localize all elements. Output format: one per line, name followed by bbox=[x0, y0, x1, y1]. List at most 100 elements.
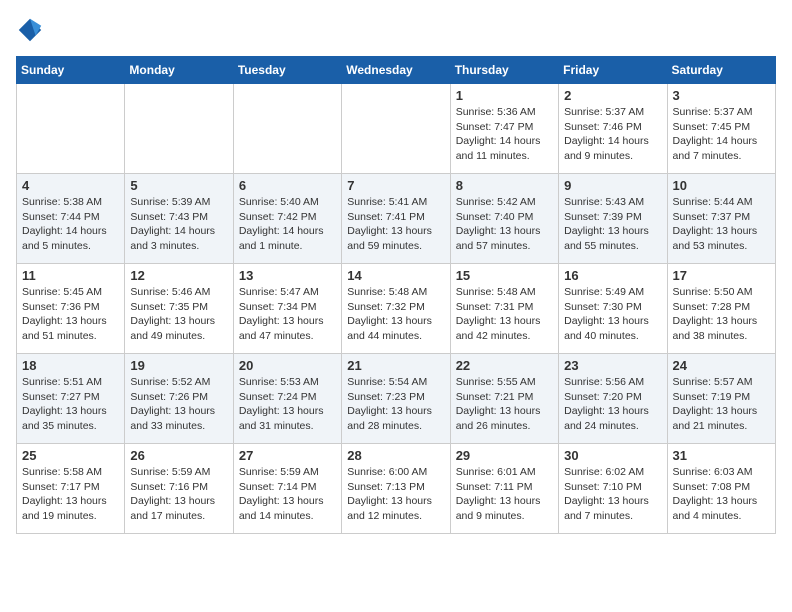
calendar-cell: 28 Sunrise: 6:00 AM Sunset: 7:13 PM Dayli… bbox=[342, 444, 450, 534]
calendar-cell: 18Sunrise: 5:51 AM Sunset: 7:27 PM Dayli… bbox=[17, 354, 125, 444]
day-info: Sunrise: 5:59 AM Sunset: 7:16 PM Dayligh… bbox=[130, 465, 227, 524]
calendar-cell: 21 Sunrise: 5:54 AM Sunset: 7:23 PM Dayli… bbox=[342, 354, 450, 444]
calendar-cell: 25Sunrise: 5:58 AM Sunset: 7:17 PM Dayli… bbox=[17, 444, 125, 534]
calendar-cell: 8 Sunrise: 5:42 AM Sunset: 7:40 PM Daylig… bbox=[450, 174, 558, 264]
day-info: Sunrise: 5:48 AM Sunset: 7:31 PM Dayligh… bbox=[456, 285, 553, 344]
day-number: 9 bbox=[564, 178, 661, 193]
calendar-cell bbox=[125, 84, 233, 174]
day-number: 18 bbox=[22, 358, 119, 373]
weekday-header-friday: Friday bbox=[559, 57, 667, 84]
day-info: Sunrise: 5:37 AM Sunset: 7:46 PM Dayligh… bbox=[564, 105, 661, 164]
calendar-cell: 23 Sunrise: 5:56 AM Sunset: 7:20 PM Dayli… bbox=[559, 354, 667, 444]
day-number: 6 bbox=[239, 178, 336, 193]
day-info: Sunrise: 5:39 AM Sunset: 7:43 PM Dayligh… bbox=[130, 195, 227, 254]
day-info: Sunrise: 5:48 AM Sunset: 7:32 PM Dayligh… bbox=[347, 285, 444, 344]
day-number: 21 bbox=[347, 358, 444, 373]
day-number: 31 bbox=[673, 448, 770, 463]
day-number: 19 bbox=[130, 358, 227, 373]
calendar-cell: 11 Sunrise: 5:45 AM Sunset: 7:36 PM Dayli… bbox=[17, 264, 125, 354]
calendar-cell: 9 Sunrise: 5:43 AM Sunset: 7:39 PM Daylig… bbox=[559, 174, 667, 264]
calendar-cell: 26 Sunrise: 5:59 AM Sunset: 7:16 PM Dayli… bbox=[125, 444, 233, 534]
day-number: 30 bbox=[564, 448, 661, 463]
day-info: Sunrise: 5:53 AM Sunset: 7:24 PM Dayligh… bbox=[239, 375, 336, 434]
day-info: Sunrise: 6:03 AM Sunset: 7:08 PM Dayligh… bbox=[673, 465, 770, 524]
weekday-header-thursday: Thursday bbox=[450, 57, 558, 84]
day-info: Sunrise: 5:44 AM Sunset: 7:37 PM Dayligh… bbox=[673, 195, 770, 254]
calendar-cell: 29 Sunrise: 6:01 AM Sunset: 7:11 PM Dayli… bbox=[450, 444, 558, 534]
calendar-cell: 7 Sunrise: 5:41 AM Sunset: 7:41 PM Daylig… bbox=[342, 174, 450, 264]
weekday-header-row: SundayMondayTuesdayWednesdayThursdayFrid… bbox=[17, 57, 776, 84]
day-info: Sunrise: 6:01 AM Sunset: 7:11 PM Dayligh… bbox=[456, 465, 553, 524]
calendar-week-row: 4Sunrise: 5:38 AM Sunset: 7:44 PM Daylig… bbox=[17, 174, 776, 264]
weekday-header-sunday: Sunday bbox=[17, 57, 125, 84]
calendar-body: 1 Sunrise: 5:36 AM Sunset: 7:47 PM Daylig… bbox=[17, 84, 776, 534]
calendar-cell: 15 Sunrise: 5:48 AM Sunset: 7:31 PM Dayli… bbox=[450, 264, 558, 354]
calendar-cell: 22 Sunrise: 5:55 AM Sunset: 7:21 PM Dayli… bbox=[450, 354, 558, 444]
calendar-header: SundayMondayTuesdayWednesdayThursdayFrid… bbox=[17, 57, 776, 84]
day-number: 23 bbox=[564, 358, 661, 373]
day-number: 7 bbox=[347, 178, 444, 193]
day-info: Sunrise: 5:52 AM Sunset: 7:26 PM Dayligh… bbox=[130, 375, 227, 434]
calendar-cell: 20 Sunrise: 5:53 AM Sunset: 7:24 PM Dayli… bbox=[233, 354, 341, 444]
day-number: 26 bbox=[130, 448, 227, 463]
day-info: Sunrise: 5:57 AM Sunset: 7:19 PM Dayligh… bbox=[673, 375, 770, 434]
day-info: Sunrise: 5:43 AM Sunset: 7:39 PM Dayligh… bbox=[564, 195, 661, 254]
day-number: 29 bbox=[456, 448, 553, 463]
day-info: Sunrise: 5:36 AM Sunset: 7:47 PM Dayligh… bbox=[456, 105, 553, 164]
day-info: Sunrise: 5:59 AM Sunset: 7:14 PM Dayligh… bbox=[239, 465, 336, 524]
weekday-header-monday: Monday bbox=[125, 57, 233, 84]
calendar-week-row: 18Sunrise: 5:51 AM Sunset: 7:27 PM Dayli… bbox=[17, 354, 776, 444]
calendar-cell: 12 Sunrise: 5:46 AM Sunset: 7:35 PM Dayli… bbox=[125, 264, 233, 354]
day-info: Sunrise: 5:55 AM Sunset: 7:21 PM Dayligh… bbox=[456, 375, 553, 434]
day-info: Sunrise: 6:00 AM Sunset: 7:13 PM Dayligh… bbox=[347, 465, 444, 524]
calendar-cell: 30Sunrise: 6:02 AM Sunset: 7:10 PM Dayli… bbox=[559, 444, 667, 534]
day-info: Sunrise: 5:56 AM Sunset: 7:20 PM Dayligh… bbox=[564, 375, 661, 434]
calendar-week-row: 25Sunrise: 5:58 AM Sunset: 7:17 PM Dayli… bbox=[17, 444, 776, 534]
day-number: 20 bbox=[239, 358, 336, 373]
weekday-header-tuesday: Tuesday bbox=[233, 57, 341, 84]
logo-icon bbox=[16, 16, 44, 44]
day-number: 25 bbox=[22, 448, 119, 463]
calendar-cell: 16 Sunrise: 5:49 AM Sunset: 7:30 PM Dayli… bbox=[559, 264, 667, 354]
day-number: 28 bbox=[347, 448, 444, 463]
calendar-table: SundayMondayTuesdayWednesdayThursdayFrid… bbox=[16, 56, 776, 534]
day-info: Sunrise: 5:41 AM Sunset: 7:41 PM Dayligh… bbox=[347, 195, 444, 254]
calendar-cell: 10 Sunrise: 5:44 AM Sunset: 7:37 PM Dayli… bbox=[667, 174, 775, 264]
day-number: 22 bbox=[456, 358, 553, 373]
day-number: 2 bbox=[564, 88, 661, 103]
day-number: 12 bbox=[130, 268, 227, 283]
day-info: Sunrise: 5:37 AM Sunset: 7:45 PM Dayligh… bbox=[673, 105, 770, 164]
day-number: 1 bbox=[456, 88, 553, 103]
calendar-cell: 4Sunrise: 5:38 AM Sunset: 7:44 PM Daylig… bbox=[17, 174, 125, 264]
day-number: 4 bbox=[22, 178, 119, 193]
weekday-header-wednesday: Wednesday bbox=[342, 57, 450, 84]
day-info: Sunrise: 5:54 AM Sunset: 7:23 PM Dayligh… bbox=[347, 375, 444, 434]
day-info: Sunrise: 5:47 AM Sunset: 7:34 PM Dayligh… bbox=[239, 285, 336, 344]
day-number: 8 bbox=[456, 178, 553, 193]
day-number: 14 bbox=[347, 268, 444, 283]
calendar-cell: 17Sunrise: 5:50 AM Sunset: 7:28 PM Dayli… bbox=[667, 264, 775, 354]
day-info: Sunrise: 5:49 AM Sunset: 7:30 PM Dayligh… bbox=[564, 285, 661, 344]
day-number: 5 bbox=[130, 178, 227, 193]
day-number: 11 bbox=[22, 268, 119, 283]
calendar-cell bbox=[17, 84, 125, 174]
calendar-cell: 31 Sunrise: 6:03 AM Sunset: 7:08 PM Dayli… bbox=[667, 444, 775, 534]
day-number: 10 bbox=[673, 178, 770, 193]
logo bbox=[16, 16, 50, 44]
day-info: Sunrise: 5:40 AM Sunset: 7:42 PM Dayligh… bbox=[239, 195, 336, 254]
day-number: 16 bbox=[564, 268, 661, 283]
day-info: Sunrise: 5:46 AM Sunset: 7:35 PM Dayligh… bbox=[130, 285, 227, 344]
calendar-cell: 6 Sunrise: 5:40 AM Sunset: 7:42 PM Daylig… bbox=[233, 174, 341, 264]
calendar-cell: 24Sunrise: 5:57 AM Sunset: 7:19 PM Dayli… bbox=[667, 354, 775, 444]
calendar-week-row: 1 Sunrise: 5:36 AM Sunset: 7:47 PM Daylig… bbox=[17, 84, 776, 174]
day-info: Sunrise: 5:42 AM Sunset: 7:40 PM Dayligh… bbox=[456, 195, 553, 254]
day-number: 13 bbox=[239, 268, 336, 283]
calendar-cell: 5 Sunrise: 5:39 AM Sunset: 7:43 PM Daylig… bbox=[125, 174, 233, 264]
day-info: Sunrise: 5:45 AM Sunset: 7:36 PM Dayligh… bbox=[22, 285, 119, 344]
calendar-cell bbox=[233, 84, 341, 174]
calendar-cell: 1 Sunrise: 5:36 AM Sunset: 7:47 PM Daylig… bbox=[450, 84, 558, 174]
day-info: Sunrise: 5:50 AM Sunset: 7:28 PM Dayligh… bbox=[673, 285, 770, 344]
day-number: 15 bbox=[456, 268, 553, 283]
page-header bbox=[16, 16, 776, 44]
calendar-cell: 13 Sunrise: 5:47 AM Sunset: 7:34 PM Dayli… bbox=[233, 264, 341, 354]
